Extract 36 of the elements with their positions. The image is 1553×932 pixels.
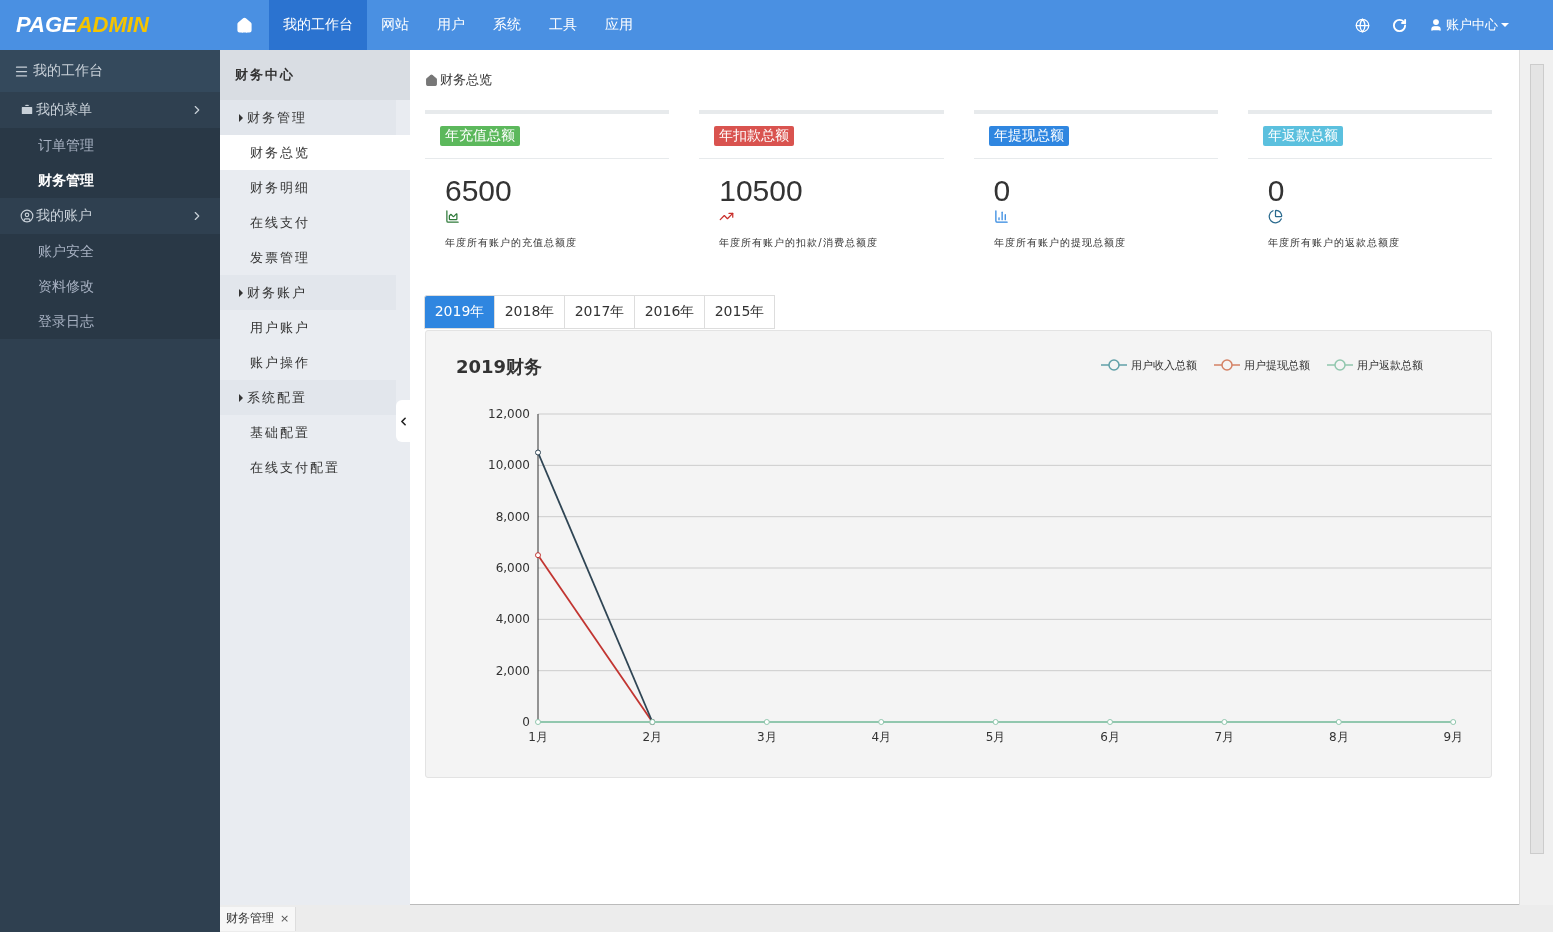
logo: PAGEADMIN — [15, 12, 151, 38]
axis-tick-label: 2月 — [642, 730, 663, 744]
axis-tick-label: 0 — [522, 715, 530, 729]
axis-tick-label: 6,000 — [495, 561, 530, 575]
stat-label: 年扣款总额 — [714, 126, 795, 146]
stat-value: 0 — [993, 173, 1012, 209]
axis-tick-label: 5月 — [985, 730, 1006, 744]
stat-value: 0 — [1267, 173, 1286, 209]
axis-tick-label: 2,000 — [495, 663, 530, 678]
stat-label: 年提现总额 — [988, 126, 1069, 146]
stat-description: 年度所有账户的充值总额度 — [445, 236, 578, 250]
legend-label: 用户收入总额 — [1131, 359, 1197, 372]
axis-tick-label: 6月 — [1100, 730, 1120, 744]
stat-label: 年返款总额 — [1262, 126, 1343, 146]
chart-title: 2019财务 — [456, 356, 543, 377]
subnav-title: 财务中心 — [220, 50, 410, 100]
axis-tick-label: 4,000 — [495, 612, 530, 627]
legend-label: 用户返款总额 — [1357, 359, 1423, 372]
axis-tick-label: 9月 — [1443, 730, 1463, 744]
breadcrumb: 财务总览 — [440, 71, 492, 89]
stat-description: 年度所有账户的扣款/消费总额度 — [719, 236, 879, 250]
legend-label: 用户提现总额 — [1244, 359, 1310, 372]
stat-description: 年度所有账户的返款总额度 — [1267, 236, 1401, 250]
stat-label: 年充值总额 — [440, 126, 520, 146]
stat-value: 6500 — [445, 173, 513, 209]
stat-description: 年度所有账户的提现总额度 — [993, 236, 1127, 250]
axis-tick-label: 3月 — [757, 730, 777, 744]
axis-tick-label: 8,000 — [495, 509, 530, 524]
axis-tick-label: 10,000 — [488, 458, 530, 473]
axis-tick-label: 8月 — [1329, 730, 1349, 744]
axis-tick-label: 4月 — [871, 730, 891, 744]
axis-tick-label: 12,000 — [488, 407, 530, 421]
axis-tick-label: 1月 — [528, 730, 548, 744]
axis-tick-label: 7月 — [1214, 730, 1235, 744]
stat-value: 10500 — [719, 173, 804, 209]
sidebar-title: 我的工作台 — [33, 62, 103, 80]
